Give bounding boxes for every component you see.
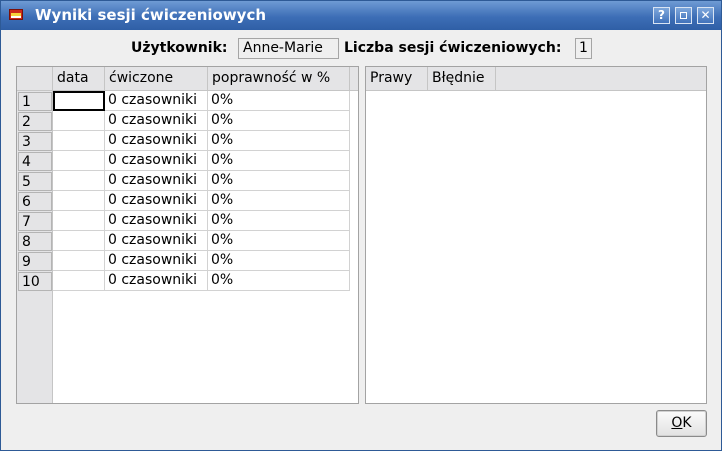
cell-date[interactable] [53,111,105,131]
cell-exercised[interactable]: 0 czasowniki [105,191,208,211]
cell-correct[interactable]: 0% [208,251,350,271]
row-header[interactable]: 9 [18,252,52,271]
window-title: Wyniki sesji ćwiczeniowych [35,6,267,24]
cell-exercised[interactable]: 0 czasowniki [105,211,208,231]
cell-exercised[interactable]: 0 czasowniki [105,231,208,251]
detail-table[interactable]: Prawy Błędnie [365,66,707,404]
row-header[interactable]: 4 [18,152,52,171]
cell-date[interactable] [53,131,105,151]
cell-exercised[interactable]: 0 czasowniki [105,111,208,131]
cell-exercised[interactable]: 0 czasowniki [105,151,208,171]
header-filler [350,67,358,91]
help-button[interactable]: ? [653,7,670,24]
user-value-field: Anne-Marie [238,38,339,59]
cell-exercised[interactable]: 0 czasowniki [105,131,208,151]
column-header-date[interactable]: data [53,67,105,91]
sessions-label: Liczba sesji ćwiczeniowych: [344,40,562,56]
row-header[interactable]: 6 [18,192,52,211]
cell-date[interactable] [53,211,105,231]
cell-date[interactable] [53,171,105,191]
row-header[interactable]: 10 [18,272,52,291]
cell-correct[interactable]: 0% [208,211,350,231]
cell-correct[interactable]: 0% [208,151,350,171]
app-flag-icon[interactable] [9,9,23,20]
results-dialog: Wyniki sesji ćwiczeniowych ? ✕ Użytkowni… [0,0,722,451]
cell-correct[interactable]: 0% [208,171,350,191]
cell-date[interactable] [53,91,105,111]
results-table[interactable]: data ćwiczone poprawność w % 1 0 czasowni… [16,66,359,404]
cell-date[interactable] [53,151,105,171]
user-label: Użytkownik: [131,40,228,56]
ok-mnemonic: O [671,415,683,431]
column-header-correct[interactable]: poprawność w % [208,67,350,91]
title-bar[interactable]: Wyniki sesji ćwiczeniowych ? ✕ [1,1,721,30]
cell-correct[interactable]: 0% [208,131,350,151]
cell-date[interactable] [53,191,105,211]
cell-exercised[interactable]: 0 czasowniki [105,171,208,191]
ok-label: K [682,415,692,431]
sessions-value-field: 1 [575,38,592,59]
row-header[interactable]: 1 [18,92,52,111]
row-header[interactable]: 2 [18,112,52,131]
cell-date[interactable] [53,251,105,271]
close-button[interactable]: ✕ [697,7,714,24]
header-filler [496,67,706,91]
ok-button[interactable]: OK [656,410,707,437]
cell-correct[interactable]: 0% [208,231,350,251]
cell-exercised[interactable]: 0 czasowniki [105,91,208,111]
row-header[interactable]: 7 [18,212,52,231]
cell-exercised[interactable]: 0 czasowniki [105,271,208,291]
cell-date[interactable] [53,271,105,291]
maximize-icon [680,12,687,19]
maximize-button[interactable] [675,7,692,24]
row-header[interactable]: 8 [18,232,52,251]
column-header-wrong-answers[interactable]: Błędnie [428,67,496,91]
cell-exercised[interactable]: 0 czasowniki [105,251,208,271]
row-header[interactable]: 3 [18,132,52,151]
cell-correct[interactable]: 0% [208,111,350,131]
column-header-correct-answers[interactable]: Prawy [366,67,428,91]
row-header[interactable]: 5 [18,172,52,191]
cell-correct[interactable]: 0% [208,191,350,211]
column-header-exercised[interactable]: ćwiczone [105,67,208,91]
cell-correct[interactable]: 0% [208,271,350,291]
table-corner[interactable] [17,67,53,91]
cell-date[interactable] [53,231,105,251]
cell-correct[interactable]: 0% [208,91,350,111]
